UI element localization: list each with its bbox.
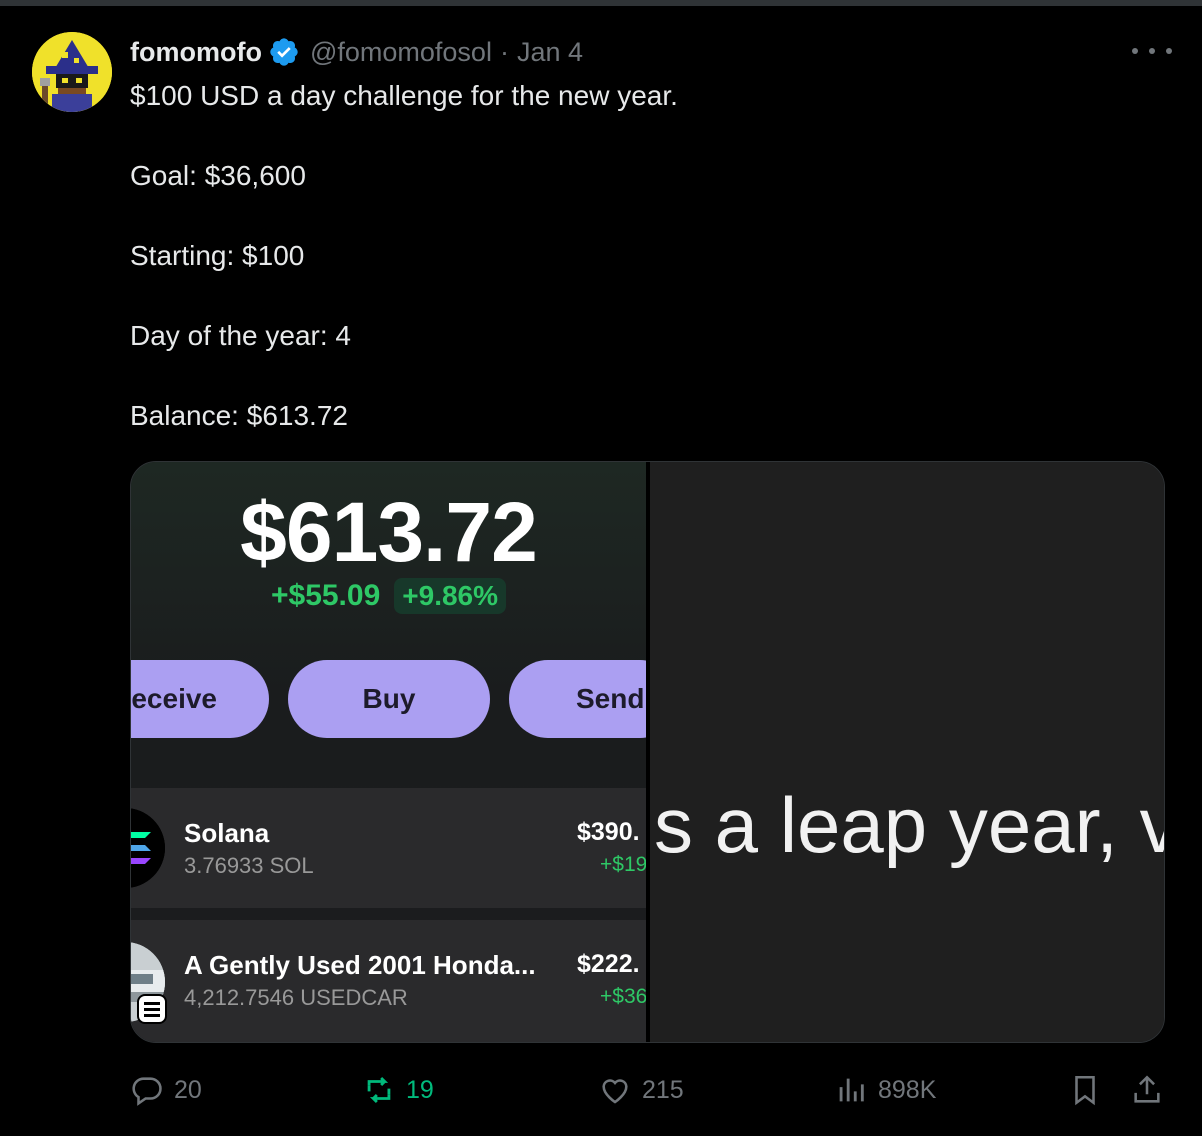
token-name: Solana xyxy=(184,818,270,848)
token-delta: +$36 xyxy=(600,985,646,1008)
reply-count: 20 xyxy=(174,1075,202,1104)
wallet-balance: $613.72 xyxy=(240,485,538,579)
send-button: Send xyxy=(509,660,646,738)
tweet-text-line: Balance: $613.72 xyxy=(130,400,348,431)
like-count: 215 xyxy=(642,1075,684,1104)
verified-badge-icon xyxy=(270,38,298,66)
repost-icon xyxy=(367,1076,391,1104)
token-amount: 4,212.7546 USEDCAR xyxy=(184,985,408,1010)
tweet-text-line: Starting: $100 xyxy=(130,240,305,271)
token-value: $222. xyxy=(577,950,640,978)
like-button[interactable]: 215 xyxy=(598,1070,684,1110)
wallet-change-row: +$55.09 +9.86% xyxy=(131,578,646,614)
timestamp[interactable]: Jan 4 xyxy=(517,37,583,68)
media-container[interactable]: $613.72 +$55.09 +9.86% Receive Buy Send … xyxy=(130,461,1165,1043)
action-bar: 20 19 215 898K xyxy=(0,1070,1202,1110)
view-count: 898K xyxy=(878,1075,937,1104)
send-label: Send xyxy=(576,683,645,714)
views-button[interactable]: 898K xyxy=(834,1070,936,1110)
repost-button[interactable]: 19 xyxy=(362,1070,434,1110)
token-name: A Gently Used 2001 Honda... xyxy=(184,950,536,980)
bookmark-button[interactable] xyxy=(1068,1070,1102,1110)
solana-chain-badge-icon xyxy=(137,994,167,1024)
tweet-text-line: Day of the year: 4 xyxy=(130,320,352,351)
views-icon xyxy=(839,1078,864,1102)
token-row: A Gently Used 2001 Honda... 4,212.7546 U… xyxy=(131,920,646,1042)
buy-label: Buy xyxy=(362,683,416,714)
caption-screenshot[interactable]: s a leap year, v xyxy=(650,462,1165,1042)
bookmark-icon xyxy=(1075,1075,1095,1106)
wallet-screenshot[interactable]: $613.72 +$55.09 +9.86% Receive Buy Send … xyxy=(131,462,646,1042)
reply-button[interactable]: 20 xyxy=(130,1070,202,1110)
repost-count: 19 xyxy=(406,1075,434,1104)
token-delta: +$19 xyxy=(600,853,646,876)
buy-button: Buy xyxy=(288,660,490,738)
tweet-text-line: Goal: $36,600 xyxy=(130,160,306,191)
wizard-avatar-icon xyxy=(32,32,112,112)
tweet-text-line: $100 USD a day challenge for the new yea… xyxy=(130,80,678,111)
share-button[interactable] xyxy=(1130,1070,1164,1110)
tweet-header: fomomofo @fomomofosol · Jan 4 xyxy=(130,34,583,70)
reply-icon xyxy=(132,1077,162,1106)
display-name[interactable]: fomomofo xyxy=(130,37,262,68)
solana-icon xyxy=(131,808,165,888)
token-amount: 3.76933 SOL xyxy=(184,853,314,878)
receive-label: Receive xyxy=(131,683,217,714)
wallet-change: +$55.09 xyxy=(270,579,381,612)
token-row: Solana 3.76933 SOL $390. +$19 xyxy=(131,788,646,908)
token-value: $390. xyxy=(577,818,640,846)
caption-fragment: s a leap year, v xyxy=(654,781,1165,869)
avatar[interactable] xyxy=(32,32,112,112)
separator: · xyxy=(499,36,509,67)
more-options-icon[interactable] xyxy=(1132,36,1172,66)
handle[interactable]: @fomomofosol xyxy=(310,37,492,68)
receive-button: Receive xyxy=(131,660,269,738)
heart-icon xyxy=(602,1079,628,1104)
share-icon xyxy=(1134,1075,1160,1103)
wallet-change-percent: +9.86% xyxy=(394,578,507,614)
